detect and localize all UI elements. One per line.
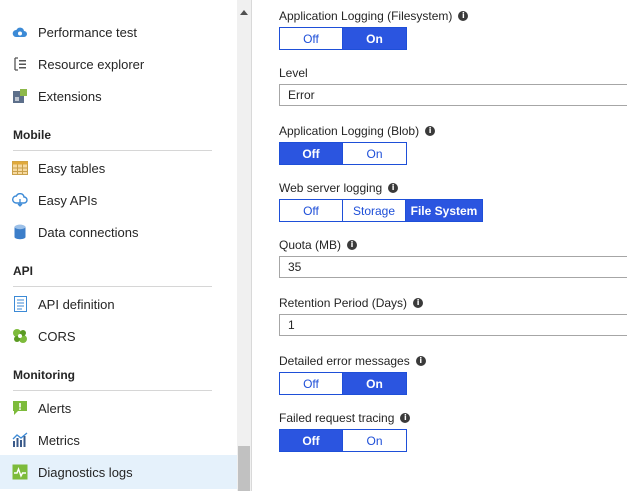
- app-logging-filesystem-off-option[interactable]: Off: [279, 27, 343, 50]
- section-header-api: API: [13, 264, 34, 278]
- web-server-logging-storage-option[interactable]: Storage: [343, 199, 406, 222]
- field-label-text: Web server logging: [279, 181, 383, 195]
- detailed-errors-label: Detailed error messages i: [279, 354, 426, 368]
- sidebar-item-data-connections[interactable]: Data connections: [0, 216, 237, 248]
- sidebar-item-label: Data connections: [38, 224, 139, 240]
- detailed-errors-toggle: Off On: [279, 372, 407, 395]
- field-label-text: Detailed error messages: [279, 354, 410, 368]
- sidebar-item-performance-test[interactable]: Performance test: [0, 16, 237, 48]
- sidebar-item-metrics[interactable]: Metrics: [0, 424, 237, 456]
- field-label-text: Application Logging (Filesystem): [279, 9, 453, 23]
- section-header-mobile: Mobile: [13, 128, 51, 142]
- scroll-thumb[interactable]: [238, 446, 250, 491]
- web-server-logging-off-option[interactable]: Off: [279, 199, 343, 222]
- quota-label: Quota (MB) i: [279, 238, 358, 252]
- sidebar-item-easy-apis[interactable]: Easy APIs: [0, 184, 237, 216]
- cors-icon: [12, 328, 28, 344]
- info-icon[interactable]: i: [458, 11, 469, 21]
- sidebar-item-api-definition[interactable]: API definition: [0, 288, 237, 320]
- level-dropdown[interactable]: Error: [279, 84, 627, 106]
- section-header-monitoring: Monitoring: [13, 368, 75, 382]
- document-icon: [12, 296, 28, 312]
- section-divider: [13, 286, 212, 287]
- section-divider: [13, 390, 212, 391]
- field-label-text: Level: [279, 66, 308, 80]
- cloud-api-icon: [12, 192, 28, 208]
- failed-request-tracing-label: Failed request tracing i: [279, 411, 411, 425]
- info-icon[interactable]: i: [413, 298, 424, 308]
- table-icon: [12, 160, 28, 176]
- sidebar-item-diagnostics-logs[interactable]: Diagnostics logs: [0, 455, 237, 489]
- app-logging-filesystem-label: Application Logging (Filesystem) i: [279, 9, 469, 23]
- sidebar: Performance test Resource explorer Exten…: [0, 0, 237, 491]
- retention-label: Retention Period (Days) i: [279, 296, 424, 310]
- quota-input[interactable]: 35: [279, 256, 627, 278]
- app-logging-blob-label: Application Logging (Blob) i: [279, 124, 436, 138]
- web-server-logging-label: Web server logging i: [279, 181, 399, 195]
- resource-explorer-icon: [12, 56, 28, 72]
- sidebar-item-label: Metrics: [38, 432, 80, 448]
- sidebar-item-resource-explorer[interactable]: Resource explorer: [0, 48, 237, 80]
- sidebar-item-label: Performance test: [38, 24, 137, 40]
- app-logging-blob-off-option[interactable]: Off: [279, 142, 343, 165]
- pane-divider: [251, 0, 252, 491]
- scroll-up-arrow-icon[interactable]: [237, 6, 251, 18]
- info-icon[interactable]: i: [415, 356, 426, 366]
- failed-request-tracing-off-option[interactable]: Off: [279, 429, 343, 452]
- sidebar-item-easy-tables[interactable]: Easy tables: [0, 152, 237, 184]
- sidebar-scrollbar[interactable]: [237, 0, 251, 491]
- sidebar-item-cors[interactable]: CORS: [0, 320, 237, 352]
- field-label-text: Retention Period (Days): [279, 296, 408, 310]
- detailed-errors-on-option[interactable]: On: [343, 372, 407, 395]
- extensions-icon: [12, 88, 28, 104]
- web-server-logging-toggle: Off Storage File System: [279, 199, 483, 222]
- cloud-icon: [12, 24, 28, 40]
- sidebar-item-label: Diagnostics logs: [38, 464, 133, 480]
- sidebar-item-label: Easy tables: [38, 160, 106, 176]
- retention-input[interactable]: 1: [279, 314, 627, 336]
- info-icon[interactable]: i: [425, 126, 436, 136]
- level-label: Level: [279, 66, 308, 80]
- sidebar-item-label: CORS: [38, 328, 76, 344]
- info-icon[interactable]: i: [388, 183, 399, 193]
- quota-value: 35: [288, 260, 302, 274]
- sidebar-item-label: API definition: [38, 296, 115, 312]
- level-value: Error: [288, 88, 315, 102]
- app-logging-blob-on-option[interactable]: On: [343, 142, 407, 165]
- metrics-icon: [12, 432, 28, 448]
- diagnostics-icon: [12, 464, 28, 480]
- sidebar-item-label: Alerts: [38, 400, 72, 416]
- info-icon[interactable]: i: [400, 413, 411, 423]
- retention-value: 1: [288, 318, 295, 332]
- app-logging-filesystem-toggle: Off On: [279, 27, 407, 50]
- field-label-text: Failed request tracing: [279, 411, 395, 425]
- sidebar-item-extensions[interactable]: Extensions: [0, 80, 237, 112]
- field-label-text: Quota (MB): [279, 238, 342, 252]
- detailed-errors-off-option[interactable]: Off: [279, 372, 343, 395]
- info-icon[interactable]: i: [347, 240, 358, 250]
- section-divider: [13, 150, 212, 151]
- app-logging-filesystem-on-option[interactable]: On: [343, 27, 407, 50]
- sidebar-item-label: Resource explorer: [38, 56, 145, 72]
- alert-icon: [12, 400, 28, 416]
- failed-request-tracing-on-option[interactable]: On: [343, 429, 407, 452]
- web-server-logging-filesystem-option[interactable]: File System: [406, 199, 483, 222]
- sidebar-item-alerts[interactable]: Alerts: [0, 392, 237, 424]
- field-label-text: Application Logging (Blob): [279, 124, 420, 138]
- sidebar-item-label: Easy APIs: [38, 192, 98, 208]
- app-logging-blob-toggle: Off On: [279, 142, 407, 165]
- sidebar-item-label: Extensions: [38, 88, 102, 104]
- database-icon: [12, 224, 28, 240]
- failed-request-tracing-toggle: Off On: [279, 429, 407, 452]
